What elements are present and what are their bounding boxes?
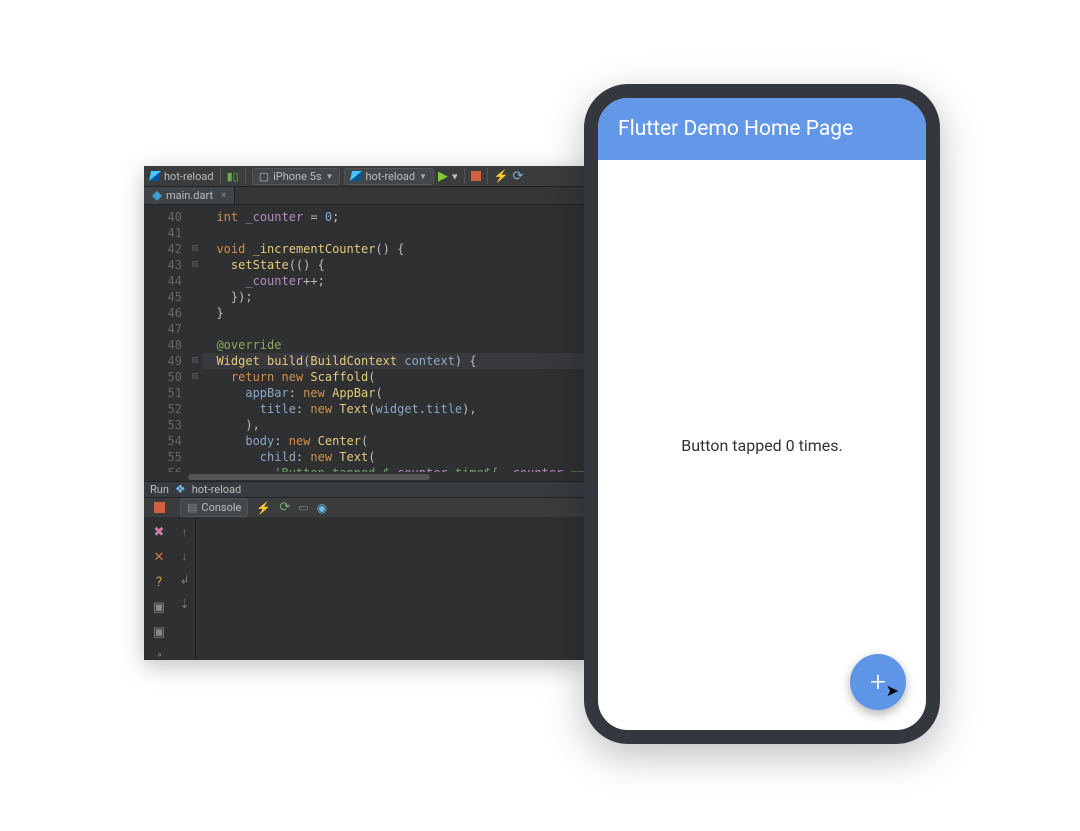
flutter-logo-icon (149, 171, 161, 181)
hot-restart-button[interactable]: ⟳ (512, 169, 523, 184)
console-body: ✖ ✕ ? ▣ ▣ » ↑ ↓ ↲ ⇣ (144, 517, 584, 660)
flutter-logo-icon: ❖ (175, 482, 186, 496)
console-output-controls: ↑ ↓ ↲ ⇣ (174, 517, 196, 660)
console-toolbar: ▤ Console ⚡ ⟳ ▭ ◉ (144, 497, 584, 517)
editor-tab-label: main.dart (166, 189, 213, 202)
console-icon: ▤ (187, 501, 197, 514)
device-icon: ▢ (259, 170, 269, 183)
open-devtools-button[interactable]: ◉ (317, 501, 327, 515)
chevron-down-icon: ▼ (326, 172, 334, 181)
app-bar-title: Flutter Demo Home Page (618, 117, 853, 141)
console-stop-col (144, 502, 174, 513)
floating-action-button[interactable]: + (850, 654, 906, 710)
flutter-logo-icon (350, 171, 362, 181)
editor-tabs: main.dart × (144, 187, 584, 205)
editor-horizontal-scrollbar[interactable] (144, 472, 584, 480)
device-selector[interactable]: ▢ iPhone 5s ▼ (252, 168, 341, 185)
device-frame: Flutter Demo Home Page Button tapped 0 t… (584, 84, 940, 744)
device-selector-label: iPhone 5s (273, 170, 321, 183)
dart-file-icon (152, 191, 162, 201)
device-body: Button tapped 0 times. + ➤ (598, 160, 926, 730)
chevron-down-icon: ▼ (419, 172, 427, 181)
stop-button[interactable] (471, 171, 481, 181)
ide-window: hot-reload ▮▯ ▢ iPhone 5s ▼ hot-reload ▼… (144, 166, 584, 660)
run-config-selector[interactable]: hot-reload ▼ (344, 168, 434, 185)
toolbar-project: hot-reload (164, 170, 214, 183)
console-main: ↑ ↓ ↲ ⇣ (174, 517, 584, 660)
hot-restart-button[interactable]: ⟳ (279, 500, 290, 515)
run-button[interactable]: ▶ (438, 169, 448, 184)
ide-toolbar: hot-reload ▮▯ ▢ iPhone 5s ▼ hot-reload ▼… (144, 166, 584, 187)
separator (487, 168, 488, 184)
up-icon[interactable]: ↑ (182, 525, 188, 539)
app-bar: Flutter Demo Home Page (598, 98, 926, 160)
code-area[interactable]: int _counter = 0; void _incrementCounter… (202, 205, 584, 472)
scrollbar-thumb[interactable] (188, 474, 430, 480)
attach-icon[interactable]: ▭ (298, 501, 308, 514)
run-panel-label: Run (150, 483, 169, 496)
console-output[interactable] (196, 517, 584, 660)
layout-icon[interactable]: ▣ (153, 600, 165, 615)
run-panel-config: hot-reload (192, 483, 242, 496)
expand-icon[interactable]: » (157, 650, 160, 660)
close-panel-icon[interactable]: ✕ (154, 550, 165, 565)
project-tree-icon[interactable]: ▮▯ (227, 170, 239, 183)
console-tab-label: Console (201, 501, 241, 514)
counter-text: Button tapped 0 times. (681, 436, 843, 455)
code-editor[interactable]: 4041424344454647484950515253545556575859… (144, 205, 584, 472)
pin-icon[interactable]: ✖ (154, 525, 165, 540)
down-icon[interactable]: ↓ (182, 549, 188, 563)
separator (245, 168, 246, 184)
run-config-label: hot-reload (365, 170, 415, 183)
help-icon[interactable]: ? (156, 575, 162, 590)
line-gutter: 4041424344454647484950515253545556575859 (144, 205, 188, 472)
separator (220, 168, 221, 184)
run-tool-bar[interactable]: Run ❖ hot-reload (144, 481, 584, 497)
console-tab[interactable]: ▤ Console (180, 498, 248, 517)
scroll-icon[interactable]: ⇣ (179, 597, 189, 611)
run-menu-chevron[interactable]: ▾ (452, 170, 458, 183)
plus-icon: + (870, 668, 886, 696)
editor-tab[interactable]: main.dart × (144, 187, 235, 204)
wrap-icon[interactable]: ↲ (179, 573, 189, 587)
hot-reload-button[interactable]: ⚡ (494, 169, 509, 183)
separator (464, 168, 465, 184)
stop-button[interactable] (154, 502, 165, 513)
console-tabs: ▤ Console ⚡ ⟳ ▭ ◉ (174, 498, 333, 517)
more-icon[interactable]: ▣ (153, 625, 165, 640)
hot-reload-button[interactable]: ⚡ (256, 501, 271, 515)
fold-column: ⊟⊟⊟⊟ (188, 205, 202, 472)
close-icon[interactable]: × (221, 190, 226, 201)
console-left-sidebar: ✖ ✕ ? ▣ ▣ » (144, 517, 174, 660)
